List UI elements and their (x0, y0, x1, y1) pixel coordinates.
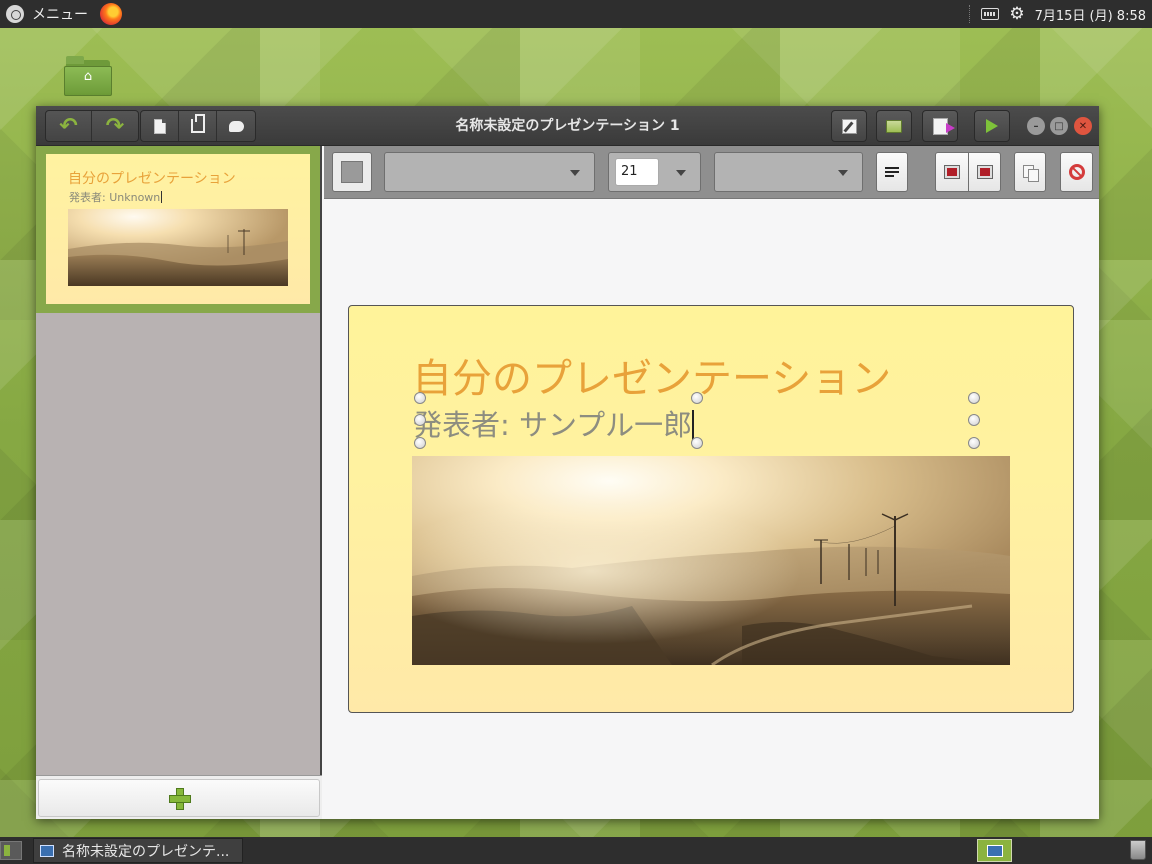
copy-button[interactable] (1014, 152, 1046, 192)
duplicate-slide-button[interactable] (179, 111, 217, 141)
slide-thumbnail-selected[interactable]: 自分のプレゼンテーション 発表者: Unknown (36, 146, 320, 313)
mint-menu-icon (6, 5, 24, 23)
undo-redo-group: ↶ ↷ (45, 110, 139, 142)
slide[interactable]: 自分のプレゼンテーション 発表者: サンプル一郎 (348, 305, 1074, 713)
top-panel: メニュー ⚙ 7月15日 (月) 8:58 (0, 0, 1152, 28)
redo-icon: ↷ (105, 113, 125, 139)
taskbar-window-item[interactable]: 名称未設定のプレゼンテ... (33, 838, 243, 863)
color-swatch (341, 161, 363, 183)
comment-icon (228, 120, 244, 132)
export-icon (932, 117, 955, 135)
trash-icon[interactable] (1130, 840, 1146, 860)
plus-icon (169, 788, 191, 810)
resize-handle-bottom-middle[interactable] (691, 437, 703, 449)
resize-handle-bottom-left[interactable] (414, 437, 426, 449)
keyboard-icon[interactable] (981, 8, 1000, 20)
maximize-icon: □ (1054, 120, 1064, 132)
close-button[interactable]: ✕ (1074, 117, 1092, 135)
align-left-icon (885, 166, 899, 178)
resize-handle-bottom-right[interactable] (968, 437, 980, 449)
text-caret (692, 410, 695, 440)
settings-gear-icon[interactable]: ⚙ (1009, 5, 1024, 23)
resize-handle-top-middle[interactable] (691, 392, 703, 404)
image-icon (977, 166, 992, 178)
taskbar-window-label: 名称未設定のプレゼンテ... (62, 843, 230, 860)
system-tray: ⚙ 7月15日 (月) 8:58 (969, 5, 1152, 24)
slide-canvas: 自分のプレゼンテーション 発表者: サンプル一郎 (324, 200, 1099, 819)
maximize-button[interactable]: □ (1050, 117, 1068, 135)
image-icon (945, 166, 959, 178)
export-button[interactable] (922, 110, 958, 142)
add-slide-button[interactable] (38, 779, 320, 817)
edit-button[interactable] (831, 110, 867, 142)
resize-handle-top-right[interactable] (968, 392, 980, 404)
color-picker-button[interactable] (332, 152, 372, 192)
minimize-icon: – (1033, 120, 1039, 132)
show-desktop-button[interactable] (0, 841, 22, 860)
format-toolbar: 21 (324, 146, 1099, 199)
undo-icon: ↶ (59, 113, 78, 139)
play-button[interactable] (974, 110, 1010, 142)
duplicate-slide-icon (190, 114, 205, 133)
comment-button[interactable] (217, 111, 255, 141)
add-slide-bar (36, 775, 322, 819)
chevron-down-icon[interactable] (676, 170, 686, 176)
menu-label: メニュー (32, 7, 88, 23)
workspace-switcher[interactable] (977, 839, 1012, 862)
image-button-1[interactable] (935, 152, 969, 192)
font-family-dropdown[interactable] (384, 152, 595, 192)
folder-tab (66, 56, 84, 64)
slide-actions-group (140, 110, 256, 142)
slide-subtitle-text: 発表者: サンプル一郎 (413, 408, 693, 442)
slide-sidebar: 自分のプレゼンテーション 発表者: Unknown (36, 146, 322, 819)
font-size-input[interactable]: 21 (615, 158, 659, 186)
home-icon: ⌂ (83, 69, 93, 84)
slide-landscape-image[interactable] (412, 456, 1010, 665)
thumbnail-subtitle: 発表者: Unknown (69, 191, 161, 204)
window-icon (40, 844, 54, 857)
minimize-button[interactable]: – (1027, 117, 1045, 135)
slide-subtitle-textbox[interactable]: 発表者: サンプル一郎 (413, 402, 695, 444)
home-folder-icon[interactable]: ⌂ (64, 56, 112, 96)
presentation-window: ↶ ↷ 名称未設定のプレゼンテーション 1 – □ ✕ 自分のプレゼンテーション… (36, 106, 1099, 819)
image-button-2[interactable] (968, 152, 1001, 192)
play-icon (986, 119, 998, 133)
resize-handle-top-left[interactable] (414, 392, 426, 404)
edit-icon (841, 118, 857, 134)
redo-button[interactable]: ↷ (92, 111, 138, 141)
close-icon: ✕ (1078, 120, 1088, 132)
bottom-taskbar: 名称未設定のプレゼンテ... (0, 837, 1152, 864)
new-slide-icon (153, 118, 166, 134)
open-icon (886, 119, 902, 133)
open-button[interactable] (876, 110, 912, 142)
resize-handle-middle-left[interactable] (414, 414, 426, 426)
new-slide-button[interactable] (141, 111, 179, 141)
thumbnail-image (68, 209, 288, 286)
window-titlebar[interactable]: ↶ ↷ 名称未設定のプレゼンテーション 1 – □ ✕ (36, 106, 1099, 146)
workspace-window-icon (986, 844, 1003, 857)
undo-button[interactable]: ↶ (46, 111, 92, 141)
align-left-button[interactable] (876, 152, 908, 192)
chevron-down-icon (838, 170, 848, 176)
text-align-dropdown[interactable] (714, 152, 863, 192)
chevron-down-icon (570, 170, 580, 176)
firefox-icon[interactable] (100, 3, 122, 25)
thumbnail-title: 自分のプレゼンテーション (68, 171, 236, 187)
tray-separator (969, 5, 971, 23)
delete-icon (1068, 164, 1085, 180)
clock[interactable]: 7月15日 (月) 8:58 (1035, 5, 1146, 24)
copy-icon (1023, 165, 1039, 182)
delete-button[interactable] (1060, 152, 1093, 192)
slide-title[interactable]: 自分のプレゼンテーション (412, 346, 891, 404)
slide-thumbnail[interactable]: 自分のプレゼンテーション 発表者: Unknown (46, 154, 310, 304)
menu-button[interactable]: メニュー (0, 0, 88, 28)
resize-handle-middle-right[interactable] (968, 414, 980, 426)
font-size-combo[interactable]: 21 (608, 152, 701, 192)
